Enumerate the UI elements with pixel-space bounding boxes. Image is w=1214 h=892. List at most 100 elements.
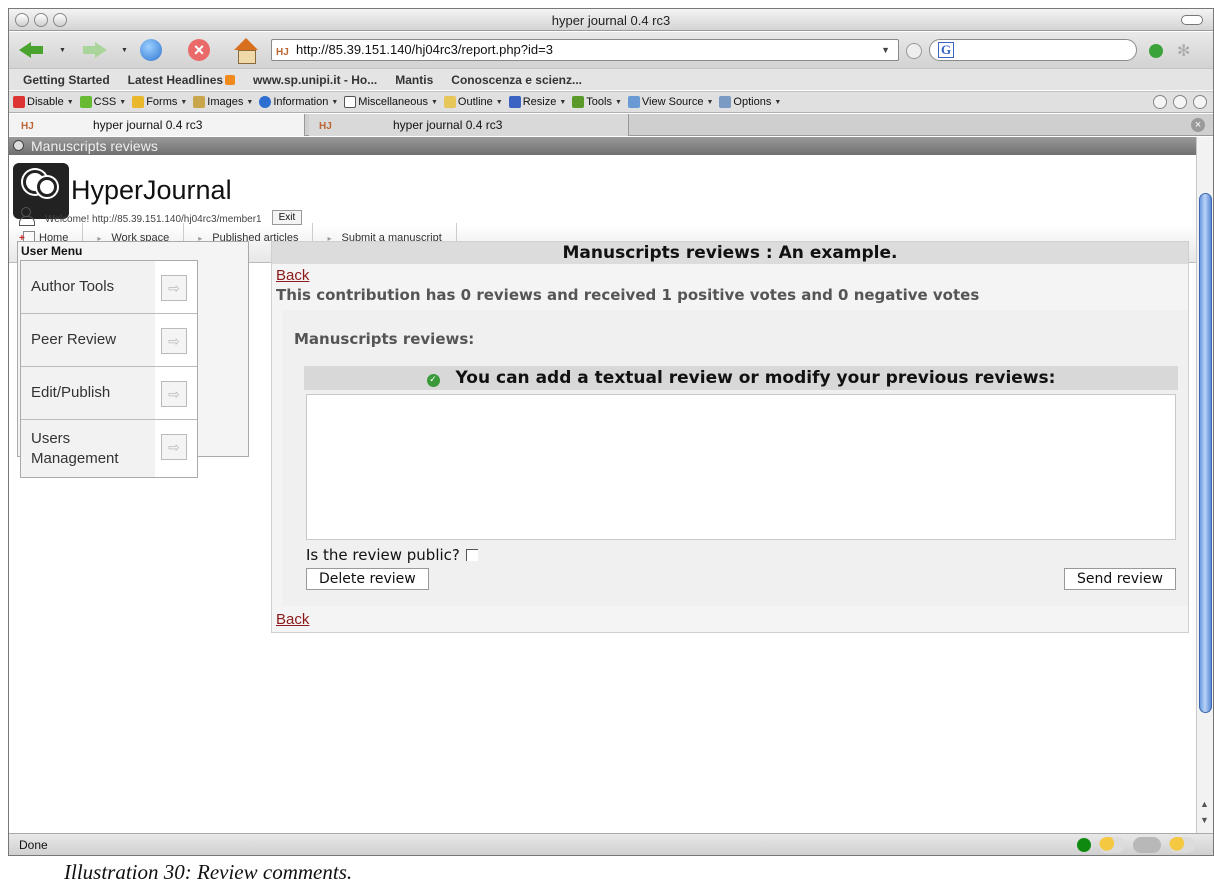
arrow-right-icon[interactable]: ⇨ <box>161 434 187 460</box>
dev-miscellaneous-menu[interactable]: Miscellaneous ▼ <box>344 96 438 108</box>
exit-button[interactable]: Exit <box>271 210 303 225</box>
page-top-bar: Manuscripts reviews <box>9 137 1197 155</box>
miscellaneous-icon <box>344 96 357 108</box>
menu-item-label: Edit/Publish <box>21 367 155 419</box>
home-icon[interactable] <box>231 36 259 64</box>
browser-window: hyper journal 0.4 rc3 ▼ ▼ HJ http://85.3… <box>8 8 1214 856</box>
scrollbar-thumb[interactable] <box>1199 193 1212 713</box>
toolbar-toggle-button[interactable] <box>1181 15 1203 25</box>
scroll-down-icon[interactable]: ▼ <box>1200 815 1209 825</box>
add-review-prompt: You can add a textual review or modify y… <box>455 368 1056 388</box>
menu-item-label: Users Management <box>21 420 155 477</box>
menu-item-author-tools[interactable]: Author Tools ⇨ <box>21 261 197 314</box>
status-indicator-icon[interactable] <box>1149 44 1163 58</box>
info-validation-icon[interactable] <box>1173 95 1187 109</box>
user-menu: User Menu Author Tools ⇨ Peer Review ⇨ E… <box>17 241 249 478</box>
dev-menu-label: Images <box>207 96 244 108</box>
bookmark-latest-headlines[interactable]: Latest Headlines <box>127 72 236 87</box>
rss-icon <box>225 74 236 85</box>
bookmark-conoscenza[interactable]: Conoscenza e scienz... <box>451 73 582 87</box>
menu-item-users-management[interactable]: Users Management ⇨ <box>21 420 197 477</box>
css-icon <box>79 96 92 108</box>
url-bar[interactable]: HJ http://85.39.151.140/hj04rc3/report.p… <box>271 39 899 61</box>
dev-menu-label: Outline <box>457 96 493 108</box>
play-icon[interactable] <box>1193 95 1207 109</box>
tab-bar: HJ hyper journal 0.4 rc3 HJ hyper journa… <box>9 114 1213 136</box>
forward-history-dropdown-icon[interactable]: ▼ <box>121 47 128 54</box>
arrow-right-icon[interactable]: ⇨ <box>161 328 187 354</box>
back-arrow-icon[interactable] <box>17 36 45 64</box>
dev-css-menu[interactable]: CSS ▼ <box>79 96 126 108</box>
options-icon <box>719 96 732 108</box>
close-tab-icon[interactable]: × <box>1191 118 1205 132</box>
dev-options-menu[interactable]: Options ▼ <box>719 96 781 108</box>
menu-item-edit-publish[interactable]: Edit/Publish ⇨ <box>21 367 197 420</box>
dev-resize-menu[interactable]: Resize ▼ <box>508 96 566 108</box>
partly-sunny-icon[interactable] <box>1099 837 1125 853</box>
dev-disable-menu[interactable]: Disable ▼ <box>13 96 74 108</box>
bookmark-label: Latest Headlines <box>127 72 224 87</box>
bookmark-mantis[interactable]: Mantis <box>395 73 433 87</box>
public-review-row: Is the review public? <box>306 546 478 564</box>
information-icon <box>259 96 272 108</box>
arrow-right-icon[interactable]: ⇨ <box>161 381 187 407</box>
dev-outline-menu[interactable]: Outline ▼ <box>443 96 503 108</box>
back-link-top[interactable]: Back <box>276 267 309 284</box>
bookmark-sp-unipi[interactable]: www.sp.unipi.it - Ho... <box>253 73 377 87</box>
menu-item-label: Author Tools <box>21 261 155 313</box>
check-icon: ✓ <box>426 374 440 387</box>
dev-menu-label: Forms <box>146 96 178 108</box>
view-source-icon <box>627 96 640 108</box>
figure-caption: Illustration 30: Review comments. <box>64 860 353 884</box>
vertical-scrollbar[interactable]: ▲ ▼ <box>1196 137 1213 833</box>
dev-view-source-menu[interactable]: View Source ▼ <box>627 96 713 108</box>
tab-hyper-journal-1[interactable]: HJ hyper journal 0.4 rc3 <box>9 114 305 136</box>
send-review-button[interactable]: Send review <box>1063 568 1176 590</box>
bookmark-getting-started[interactable]: Getting Started <box>23 73 110 87</box>
dev-menu-label: Disable <box>27 96 64 108</box>
dev-menu-label: View Source <box>641 96 704 108</box>
public-review-checkbox[interactable] <box>465 549 478 561</box>
partly-cloudy-icon[interactable] <box>1169 837 1195 853</box>
navigation-toolbar: ▼ ▼ HJ http://85.39.151.140/hj04rc3/repo… <box>9 32 1213 68</box>
dev-status-icons <box>1153 95 1207 109</box>
url-text: http://85.39.151.140/hj04rc3/report.php?… <box>296 42 553 57</box>
dev-information-menu[interactable]: Information ▼ <box>259 96 338 108</box>
connection-status-icon[interactable] <box>1077 838 1091 852</box>
tab-hyper-journal-2[interactable]: HJ hyper journal 0.4 rc3 <box>309 114 629 136</box>
user-menu-title: User Menu <box>21 244 83 258</box>
public-review-label: Is the review public? <box>306 546 460 564</box>
title-bar: hyper journal 0.4 rc3 <box>9 9 1213 31</box>
dev-images-menu[interactable]: Images ▼ <box>193 96 253 108</box>
scroll-up-icon[interactable]: ▲ <box>1200 799 1209 809</box>
back-link-bottom[interactable]: Back <box>276 611 309 628</box>
dev-menu-label: Options <box>733 96 772 108</box>
delete-review-button[interactable]: Delete review <box>306 568 429 590</box>
dev-menu-label: Tools <box>586 96 612 108</box>
forward-arrow-icon[interactable] <box>81 36 109 64</box>
back-history-dropdown-icon[interactable]: ▼ <box>59 47 66 54</box>
arrow-right-icon[interactable]: ⇨ <box>161 275 187 301</box>
url-history-dropdown-icon[interactable]: ▼ <box>881 40 890 60</box>
dev-menu-label: Information <box>273 96 329 108</box>
dev-tools-menu[interactable]: Tools ▼ <box>572 96 622 108</box>
menu-item-peer-review[interactable]: Peer Review ⇨ <box>21 314 197 367</box>
welcome-text: Welcome! http://85.39.151.140/hj04rc3/me… <box>45 214 262 225</box>
reload-icon[interactable] <box>137 36 165 64</box>
tools-icon <box>572 96 585 108</box>
reviews-panel: Manuscripts reviews : An example. Back T… <box>271 241 1189 633</box>
stop-icon[interactable] <box>185 36 213 64</box>
site-favicon-icon: HJ <box>276 47 289 58</box>
css-validation-icon[interactable] <box>1153 95 1167 109</box>
reviews-section: Manuscripts reviews: ✓ You can add a text… <box>282 310 1188 606</box>
rain-cloud-icon[interactable] <box>1133 837 1161 853</box>
review-textarea[interactable] <box>306 394 1176 540</box>
tab-label: hyper journal 0.4 rc3 <box>93 118 203 132</box>
images-icon <box>193 96 206 108</box>
page-title: Manuscripts reviews : An example. <box>272 242 1188 264</box>
google-search-icon[interactable]: G <box>938 42 954 58</box>
dev-menu-label: Resize <box>522 96 557 108</box>
dev-forms-menu[interactable]: Forms ▼ <box>132 96 187 108</box>
search-box[interactable]: G <box>929 39 1137 61</box>
go-icon[interactable] <box>906 43 922 59</box>
